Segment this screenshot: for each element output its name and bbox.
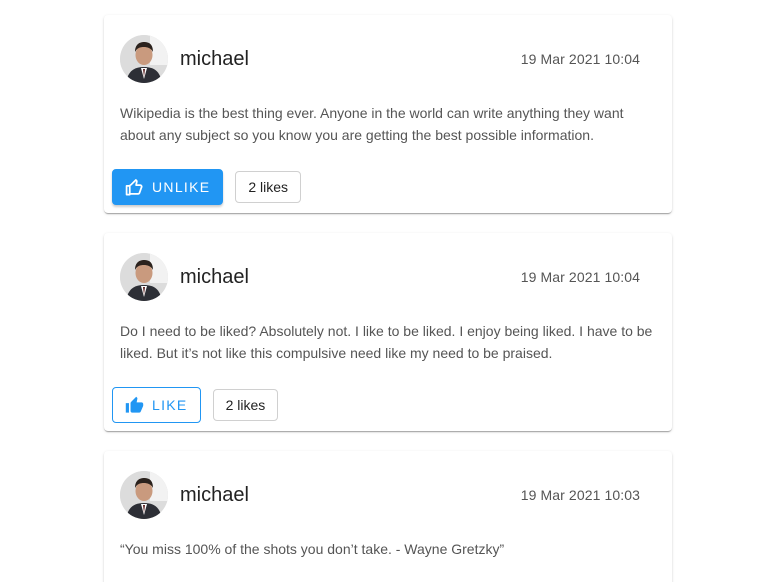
post-header: michael 19 Mar 2021 10:04	[120, 35, 640, 83]
unlike-button[interactable]: UNLIKE	[112, 169, 224, 205]
post-actions: UNLIKE 2 likes	[112, 169, 302, 205]
thumb-up-icon	[125, 178, 143, 195]
post-body: “You miss 100% of the shots you don’t ta…	[120, 541, 505, 557]
post-card: michael 19 Mar 2021 10:04 Wikipedia is t…	[104, 15, 672, 213]
avatar[interactable]	[120, 253, 168, 301]
post-timestamp: 19 Mar 2021 10:04	[520, 269, 640, 285]
post-author: michael	[180, 483, 249, 506]
avatar-image	[120, 471, 168, 519]
post-author: michael	[180, 265, 249, 288]
post-actions: LIKE 2 likes	[112, 387, 279, 423]
like-button[interactable]: LIKE	[112, 387, 201, 423]
post-timestamp: 19 Mar 2021 10:04	[520, 51, 640, 67]
avatar-image	[120, 253, 168, 301]
avatar[interactable]	[120, 471, 168, 519]
post-author: michael	[180, 47, 249, 70]
like-button-label: LIKE	[152, 397, 188, 413]
likes-count: 2 likes	[235, 171, 302, 203]
like-button-label: UNLIKE	[152, 179, 211, 195]
avatar-image	[120, 35, 168, 83]
post-body: Wikipedia is the best thing ever. Anyone…	[120, 105, 624, 143]
post-header: michael 19 Mar 2021 10:03	[120, 471, 640, 519]
post-card: michael 19 Mar 2021 10:03 “You miss 100%…	[104, 451, 672, 582]
post-card: michael 19 Mar 2021 10:04 Do I need to b…	[104, 233, 672, 431]
post-feed: michael 19 Mar 2021 10:04 Wikipedia is t…	[0, 0, 776, 582]
post-header: michael 19 Mar 2021 10:04	[120, 253, 640, 301]
post-timestamp: 19 Mar 2021 10:03	[520, 487, 640, 503]
thumb-up-icon	[125, 396, 144, 413]
likes-count: 2 likes	[212, 389, 279, 421]
avatar[interactable]	[120, 35, 168, 83]
post-body: Do I need to be liked? Absolutely not. I…	[120, 323, 653, 361]
